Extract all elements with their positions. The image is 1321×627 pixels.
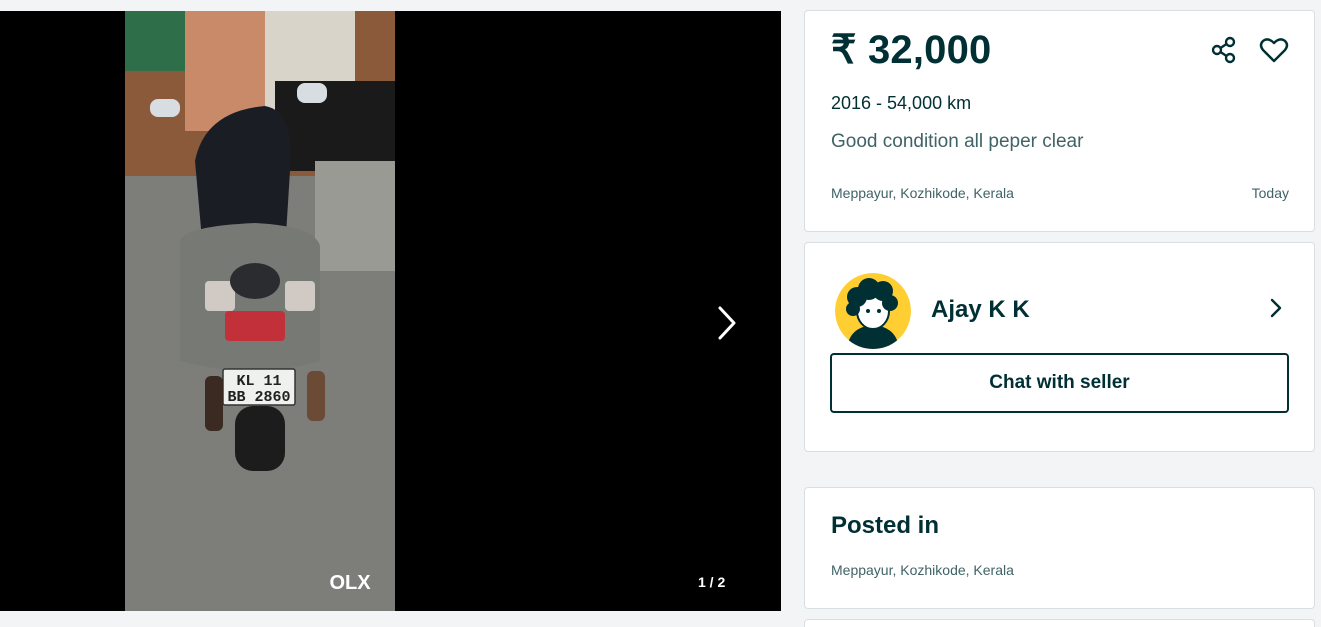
- chevron-right-icon: [1270, 298, 1282, 318]
- seller-name[interactable]: Ajay K K: [931, 296, 1030, 324]
- share-button[interactable]: [1209, 35, 1239, 65]
- seller-card: Ajay K K Chat with seller: [804, 242, 1315, 452]
- next-image-button[interactable]: [707, 299, 747, 347]
- chat-with-seller-button[interactable]: Chat with seller: [830, 353, 1289, 413]
- seller-profile-link[interactable]: [1265, 295, 1287, 321]
- plate-line-1: KL 11: [236, 373, 281, 390]
- avatar[interactable]: [835, 273, 911, 349]
- listing-location: Meppayur, Kozhikode, Kerala: [831, 185, 1014, 201]
- listing-date: Today: [1251, 185, 1289, 201]
- olx-watermark: OLX: [329, 572, 371, 594]
- posted-in-card: Posted in Meppayur, Kozhikode, Kerala: [804, 487, 1315, 609]
- plate-line-2: BB 2860: [227, 389, 290, 406]
- heart-icon: [1259, 38, 1289, 63]
- favorite-button[interactable]: [1258, 35, 1290, 65]
- next-card: [804, 619, 1315, 627]
- year-mileage: 2016 - 54,000 km: [831, 93, 972, 113]
- price-card: ₹ 32,000 2016 - 54,000 km Good condition…: [804, 10, 1315, 232]
- chevron-right-icon: [718, 306, 736, 340]
- listing-photo: KL 11 BB 2860 OLX: [125, 11, 395, 611]
- share-icon: [1211, 36, 1236, 64]
- listing-title: Good condition all peper clear: [831, 131, 1084, 152]
- posted-in-location: Meppayur, Kozhikode, Kerala: [831, 562, 1014, 578]
- image-counter: 1 / 2: [698, 574, 726, 590]
- image-gallery[interactable]: KL 11 BB 2860 OLX 1 / 2: [0, 11, 781, 611]
- posted-in-title: Posted in: [831, 512, 940, 539]
- price: ₹ 32,000: [831, 28, 992, 72]
